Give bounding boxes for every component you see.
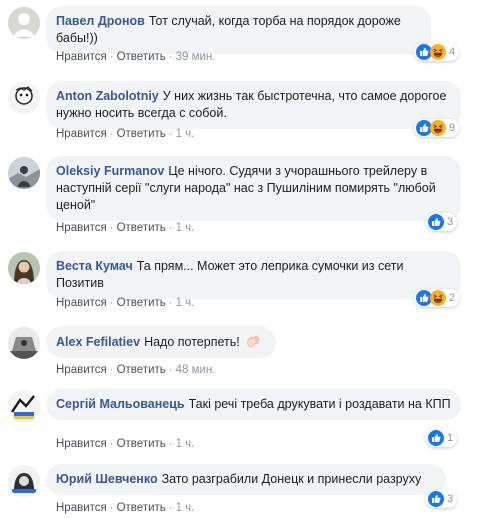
comment-bubble: Alex Fefilatiev Надо потерпеть!: [46, 326, 276, 358]
comment-bubble: Oleksiy Furmanov Це нічого. Судячи з учор…: [46, 156, 461, 221]
comment-text: Надо потерпеть!: [144, 335, 240, 349]
reply-link[interactable]: Ответить: [117, 438, 166, 450]
author-name[interactable]: Alex Fefilatiev: [56, 335, 140, 349]
like-link[interactable]: Нравится: [56, 222, 107, 234]
like-link[interactable]: Нравится: [56, 128, 107, 140]
comment-actions: Нравится · Ответить · 1 ч.: [56, 438, 194, 450]
separator: ·: [168, 51, 173, 63]
avatar[interactable]: [8, 157, 40, 189]
comment-bubble: Веста Кумач Та прям... Может это леприка …: [46, 251, 461, 299]
avatar[interactable]: [8, 327, 40, 359]
reply-link[interactable]: Ответить: [117, 502, 166, 514]
separator: ·: [168, 222, 173, 234]
like-link[interactable]: Нравится: [56, 364, 107, 376]
separator: ·: [168, 438, 173, 450]
reaction-count: 2: [449, 292, 456, 304]
like-link[interactable]: Нравится: [56, 502, 107, 514]
timestamp[interactable]: 1 ч.: [176, 297, 195, 309]
comment-text: Зато разграбили Донецк и принесли разрух…: [161, 472, 422, 486]
author-name[interactable]: Юрий Шевченко: [56, 472, 158, 486]
reply-link[interactable]: Ответить: [117, 364, 166, 376]
separator: ·: [109, 51, 114, 63]
like-icon: [428, 491, 444, 507]
reactions-summary[interactable]: 3: [426, 490, 458, 508]
avatar[interactable]: [8, 82, 40, 114]
avatar[interactable]: [8, 390, 40, 422]
reply-link[interactable]: Ответить: [117, 51, 166, 63]
timestamp[interactable]: 1 ч.: [176, 128, 195, 140]
separator: ·: [109, 364, 114, 376]
reactions-summary[interactable]: 4: [414, 43, 460, 61]
reply-link[interactable]: Ответить: [117, 128, 166, 140]
separator: ·: [109, 502, 114, 514]
like-icon: [428, 214, 444, 230]
raised-hand-emoji-icon: [244, 333, 264, 349]
reaction-count: 3: [447, 493, 454, 505]
haha-icon: [430, 120, 446, 136]
timestamp[interactable]: 1 ч.: [176, 438, 195, 450]
separator: ·: [168, 128, 173, 140]
like-link[interactable]: Нравится: [56, 438, 107, 450]
reaction-count: 1: [447, 432, 454, 444]
comment-actions: Нравится · Ответить · 1 ч.: [56, 502, 194, 514]
timestamp[interactable]: 1 ч.: [176, 222, 195, 234]
timestamp[interactable]: 39 мин.: [176, 51, 216, 63]
comment-bubble: Павел Дронов Тот случай, когда торба на п…: [46, 6, 431, 54]
like-icon: [428, 430, 444, 446]
author-name[interactable]: Павел Дронов: [56, 14, 145, 28]
author-name[interactable]: Веста Кумач: [56, 259, 133, 273]
reaction-count: 4: [449, 46, 456, 58]
comment-actions: Нравится · Ответить · 1 ч.: [56, 222, 194, 234]
haha-icon: [430, 44, 446, 60]
separator: ·: [109, 128, 114, 140]
comment-actions: Нравится · Ответить · 48 мин.: [56, 364, 215, 376]
reply-link[interactable]: Ответить: [117, 297, 166, 309]
separator: ·: [168, 364, 173, 376]
separator: ·: [168, 297, 173, 309]
reaction-count: 3: [447, 216, 454, 228]
reactions-summary[interactable]: 3: [426, 213, 458, 231]
like-link[interactable]: Нравится: [56, 51, 107, 63]
comment-actions: Нравится · Ответить · 1 ч.: [56, 297, 194, 309]
timestamp[interactable]: 1 ч.: [176, 502, 195, 514]
avatar[interactable]: [8, 252, 40, 284]
comment-bubble: Anton Zabolotniy У них жизнь так быстроте…: [46, 81, 461, 129]
comment-actions: Нравится · Ответить · 1 ч.: [56, 128, 194, 140]
comment-text: Такі речі треба друкувати і роздавати на…: [188, 397, 451, 411]
separator: ·: [168, 502, 173, 514]
reply-link[interactable]: Ответить: [117, 222, 166, 234]
author-name[interactable]: Сергій Мальованець: [56, 397, 185, 411]
avatar[interactable]: [8, 7, 40, 39]
comment-actions: Нравится · Ответить · 39 мин.: [56, 51, 215, 63]
reactions-summary[interactable]: 2: [414, 289, 460, 307]
separator: ·: [109, 438, 114, 450]
haha-icon: [430, 290, 446, 306]
author-name[interactable]: Anton Zabolotniy: [56, 89, 159, 103]
reactions-summary[interactable]: 9: [414, 119, 460, 137]
reactions-summary[interactable]: 1: [426, 429, 458, 447]
reaction-count: 9: [449, 122, 456, 134]
timestamp[interactable]: 48 мин.: [176, 364, 216, 376]
author-name[interactable]: Oleksiy Furmanov: [56, 164, 164, 178]
like-link[interactable]: Нравится: [56, 297, 107, 309]
comment-bubble: Юрий Шевченко Зато разграбили Донецк и пр…: [46, 464, 446, 495]
comment-bubble: Сергій Мальованець Такі речі треба друкув…: [46, 389, 461, 420]
avatar[interactable]: [8, 465, 40, 497]
separator: ·: [109, 222, 114, 234]
separator: ·: [109, 297, 114, 309]
